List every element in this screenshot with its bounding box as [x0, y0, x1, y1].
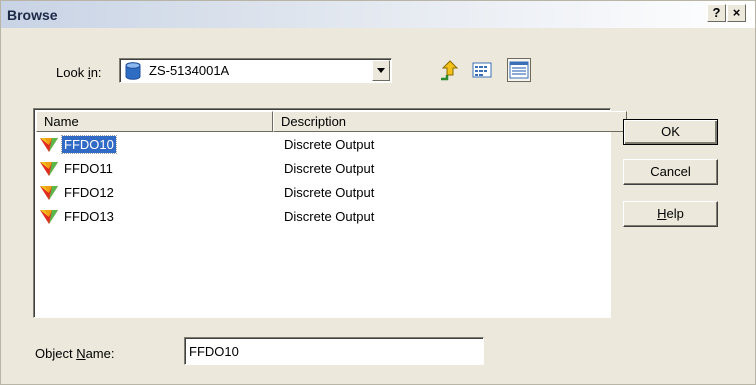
function-block-icon	[40, 138, 58, 152]
list-view-icon[interactable]	[471, 59, 493, 81]
object-name-label: Object Name:	[35, 346, 115, 361]
close-button[interactable]: ×	[727, 4, 746, 22]
chevron-down-icon[interactable]	[372, 60, 390, 81]
list-item-name: FFDO13	[64, 209, 114, 224]
function-block-icon	[40, 162, 58, 176]
function-block-icon	[40, 186, 58, 200]
list-item-name: FFDO10	[61, 135, 117, 154]
look-in-value: ZS-5134001A	[149, 63, 230, 78]
list-item-name: FFDO12	[64, 185, 114, 200]
object-name-field[interactable]	[184, 337, 484, 365]
ok-button[interactable]: OK	[623, 119, 718, 145]
help-button[interactable]: Help	[623, 201, 718, 227]
details-view-button[interactable]	[507, 58, 531, 82]
database-icon	[125, 62, 141, 80]
details-view-icon	[509, 61, 529, 79]
column-header-name[interactable]: Name	[36, 111, 273, 132]
look-in-dropdown[interactable]: ZS-5134001A	[119, 58, 392, 83]
window-title: Browse	[7, 7, 58, 23]
list-item-description: Discrete Output	[284, 137, 375, 152]
object-list[interactable]: Name Description FFDO10 Discrete Output …	[33, 108, 627, 318]
function-block-icon	[40, 210, 58, 224]
list-item-description: Discrete Output	[284, 161, 375, 176]
cancel-button[interactable]: Cancel	[623, 159, 718, 185]
look-in-label: Look in:	[56, 65, 102, 80]
column-header-description[interactable]: Description	[273, 111, 627, 132]
browse-dialog: Browse ? × Look in: ZS-5134001A Name Des…	[0, 0, 756, 385]
list-item-description: Discrete Output	[284, 185, 375, 200]
help-title-button[interactable]: ?	[707, 4, 726, 22]
title-bar[interactable]: Browse ? ×	[1, 1, 755, 28]
up-folder-icon[interactable]	[439, 59, 461, 81]
list-item-description: Discrete Output	[284, 209, 375, 224]
list-item-name: FFDO11	[64, 161, 113, 176]
